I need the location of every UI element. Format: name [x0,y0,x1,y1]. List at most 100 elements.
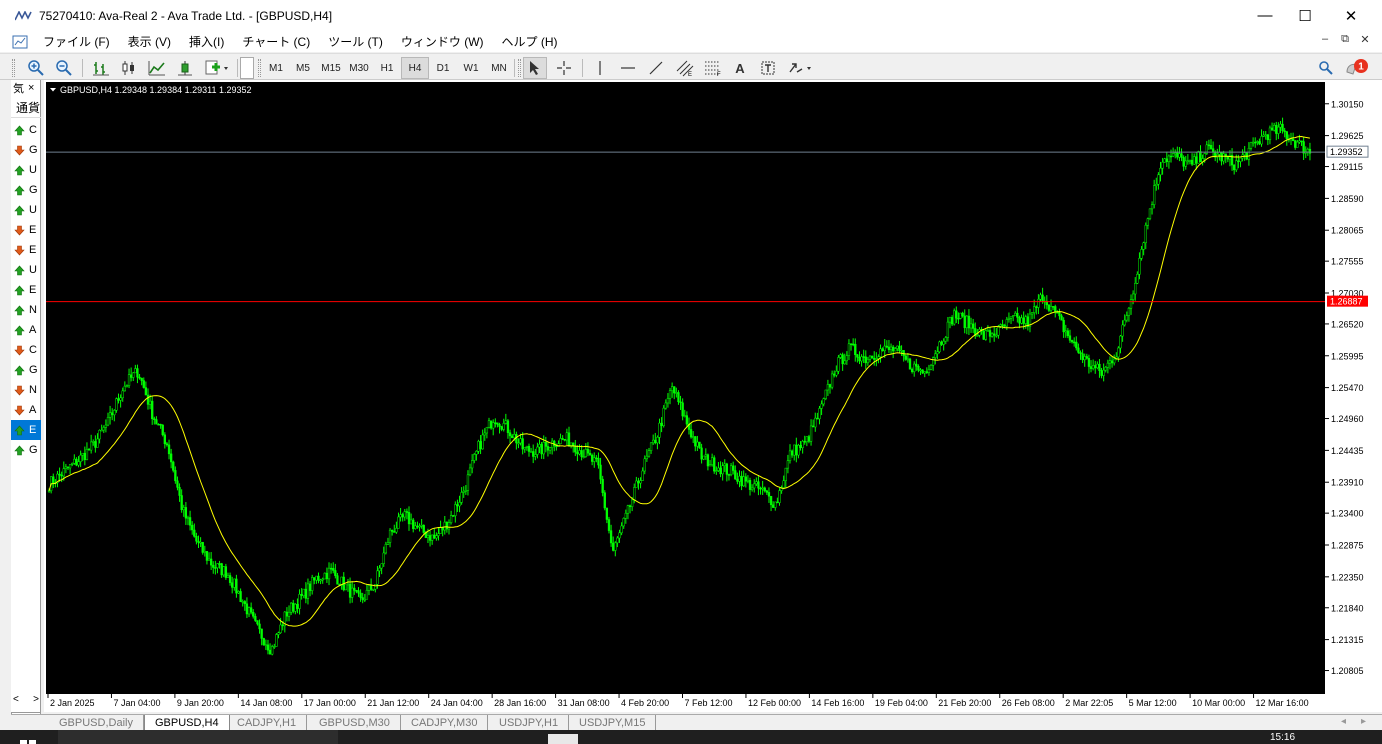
scroll-right-icon[interactable]: > [33,694,39,705]
candle-body [835,370,838,376]
menu-insert[interactable]: 挿入(I) [180,33,233,50]
timeframe-m1-button[interactable]: M1 [262,57,290,79]
alert-notification-icon[interactable]: 1 [1342,57,1372,79]
symbol-row[interactable]: N [11,300,41,320]
tools-grip[interactable] [518,59,521,77]
symbol-row[interactable]: G [11,140,41,160]
symbol-row[interactable]: N [11,380,41,400]
trendline-icon[interactable] [644,57,668,79]
price-chart[interactable]: 1.30150 1.29625 1.29115 1.28590 1.28065 1.275… [46,82,1370,710]
symbol-row[interactable]: C [11,340,41,360]
symbol-row[interactable]: G [11,360,41,380]
chart-tab[interactable]: USDJPY,M15 [569,715,657,731]
symbol-row[interactable]: E [11,420,41,440]
candle-body [123,385,126,392]
candle-body [1226,156,1230,160]
cursor-icon[interactable] [523,57,547,79]
fibonacci-icon[interactable]: F [700,57,726,79]
symbol-row[interactable]: A [11,320,41,340]
toolbar-grip[interactable] [12,59,15,77]
timeframe-m15-button[interactable]: M15 [317,57,345,79]
symbol-row[interactable]: U [11,260,41,280]
mdi-close-button[interactable]: ✕ [1356,33,1374,46]
timeframe-grip[interactable] [258,59,261,77]
candle-body [287,611,291,617]
maximize-button[interactable]: ☐ [1282,0,1328,31]
candle-body [256,620,259,625]
menu-chart[interactable]: チャート (C) [233,33,319,50]
arrows-menu-icon[interactable] [784,57,816,79]
symbol-name: U [29,204,37,216]
timeframe-d1-button[interactable]: D1 [429,57,457,79]
horizontal-line-icon[interactable] [616,57,640,79]
candle-body [664,402,667,409]
bar-chart-icon[interactable] [89,57,113,79]
add-indicator-icon[interactable] [201,57,233,79]
menu-window[interactable]: ウィンドウ (W) [392,33,493,50]
candle-body [1207,144,1211,147]
taskbar-active-app[interactable] [548,734,578,744]
chart-tab[interactable]: CADJPY,H1 [227,715,308,731]
symbol-row[interactable]: E [11,240,41,260]
candle-body [1110,360,1114,364]
candle-body [513,434,516,439]
symbol-row[interactable]: E [11,220,41,240]
equidistant-channel-icon[interactable]: E [672,57,698,79]
mdi-restore-button[interactable]: ⧉ [1336,33,1354,46]
timeframe-mn-button[interactable]: MN [485,57,513,79]
menu-help[interactable]: ヘルプ (H) [493,33,567,50]
candle-body [641,470,644,481]
close-button[interactable]: ✕ [1328,0,1374,31]
candle-body [748,480,752,490]
zoom-in-icon[interactable] [24,57,48,79]
chart-canvas[interactable]: 1.30150 1.29625 1.29115 1.28590 1.28065 1.275… [46,82,1370,710]
timeframe-w1-button[interactable]: W1 [457,57,485,79]
menu-view[interactable]: 表示 (V) [119,33,180,50]
candle-body [1209,145,1213,149]
zoom-out-icon[interactable] [52,57,76,79]
timeframe-h4-button[interactable]: H4 [401,57,429,79]
candle-body [243,601,246,605]
chart-tab[interactable]: CADJPY,M30 [401,715,489,731]
symbol-row[interactable]: G [11,440,41,460]
symbol-column-header[interactable]: 通貨 [11,98,41,118]
chart-window-icon[interactable] [12,35,28,49]
tab-scroll-right-icon[interactable]: ▸ [1361,716,1366,727]
taskbar-search-box[interactable] [58,730,338,744]
text-icon[interactable]: A [728,57,752,79]
menu-tools[interactable]: ツール (T) [319,33,392,50]
timeframe-m5-button[interactable]: M5 [289,57,317,79]
crosshair-icon[interactable] [552,57,576,79]
timeframe-h1-button[interactable]: H1 [373,57,401,79]
chart-tab[interactable]: USDJPY,H1 [489,715,570,731]
chart-tab[interactable]: GBPUSD,M30 [309,715,401,731]
symbol-row[interactable]: U [11,160,41,180]
market-watch-close-icon[interactable]: × [28,82,34,94]
text-label-icon[interactable] [756,57,780,79]
chart-tab[interactable]: GBPUSD,Daily [49,715,144,731]
candle-body [713,457,716,472]
symbol-row[interactable]: C [11,120,41,140]
symbol-row[interactable]: U [11,200,41,220]
candle-body [538,444,541,448]
vertical-line-icon[interactable] [588,57,612,79]
windows-start-icon[interactable] [20,736,36,744]
candle-body [1113,358,1116,364]
candle-body [79,454,82,462]
menu-file[interactable]: ファイル (F) [34,33,119,50]
tab-scroll-left-icon[interactable]: ◂ [1341,716,1346,727]
candlestick-chart-icon[interactable] [117,57,141,79]
line-chart-icon[interactable] [145,57,169,79]
search-icon[interactable] [1314,57,1338,79]
mdi-minimize-button[interactable]: ‒ [1316,33,1334,45]
timeframe-m30-button[interactable]: M30 [345,57,373,79]
candle-body [990,333,994,337]
scroll-left-icon[interactable]: < [13,694,19,705]
autoscroll-icon[interactable] [173,57,197,79]
symbol-row[interactable]: G [11,180,41,200]
candle-body [727,474,731,476]
chart-tab[interactable]: GBPUSD,H4 [144,715,230,731]
symbol-row[interactable]: E [11,280,41,300]
symbol-row[interactable]: A [11,400,41,420]
candle-body [104,424,108,428]
